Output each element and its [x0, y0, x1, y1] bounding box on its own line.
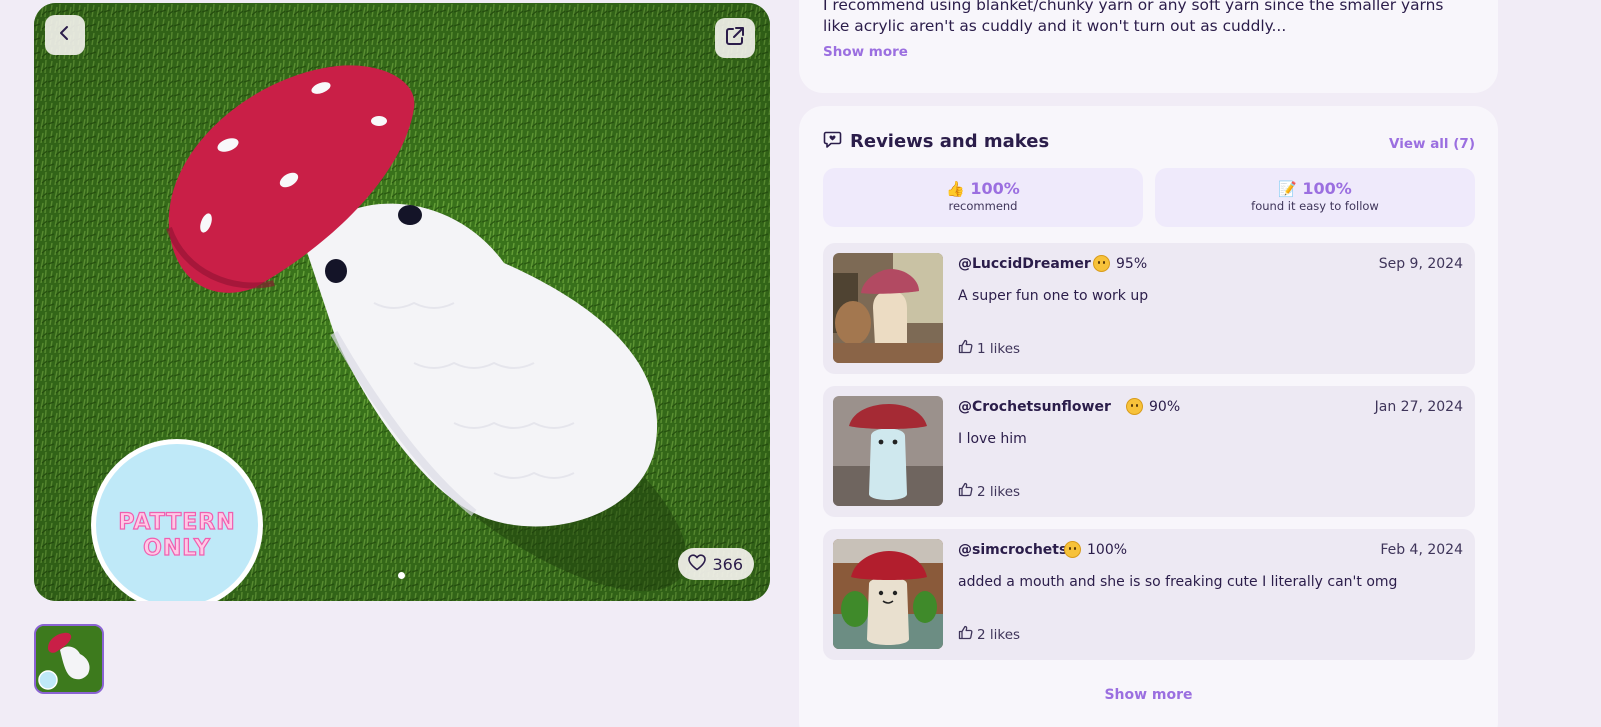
review-rating: 100%: [1064, 541, 1127, 558]
gallery-thumbnail[interactable]: [34, 624, 104, 694]
review-username[interactable]: @Crochetsunflower: [958, 399, 1111, 415]
thumbs-up-outline-icon: [958, 482, 973, 501]
review-like-button[interactable]: 2 likes: [958, 625, 1020, 644]
thumbs-up-outline-icon: [958, 625, 973, 644]
pattern-only-badge: PATTERN ONLY: [96, 509, 258, 562]
review-text: I love him: [958, 431, 1027, 447]
review-text: added a mouth and she is so freaking cut…: [958, 574, 1398, 590]
stat-recommend-value-row: 👍 100%: [823, 179, 1143, 198]
review-likes-count: 1 likes: [977, 340, 1021, 357]
review-username[interactable]: @simcrochets: [958, 542, 1067, 558]
description-text: I recommend using blanket/chunky yarn or…: [823, 0, 1444, 35]
main-photo[interactable]: PATTERN ONLY 366: [34, 3, 770, 601]
review-photo-image: [833, 396, 943, 506]
likes-count: 366: [712, 554, 743, 574]
review-rating: 90%: [1126, 398, 1180, 415]
chevron-left-icon: [56, 24, 74, 46]
review-likes-count: 2 likes: [977, 626, 1021, 643]
smile-icon: [1064, 541, 1081, 558]
description-card: I recommend using blanket/chunky yarn or…: [799, 0, 1498, 93]
stat-recommend: 👍 100% recommend: [823, 168, 1143, 227]
review-photo-image: [833, 253, 943, 363]
carousel-dot[interactable]: [398, 572, 405, 579]
smile-icon: [1093, 255, 1110, 272]
review-date: Sep 9, 2024: [1378, 256, 1463, 272]
review-text: A super fun one to work up: [958, 288, 1149, 304]
review-date: Feb 4, 2024: [1380, 542, 1463, 558]
stat-recommend-label: recommend: [948, 199, 1018, 213]
review-score: 90%: [1149, 398, 1181, 415]
reviews-card: Reviews and makes View all (7) 👍 100% re…: [799, 106, 1498, 727]
review-item[interactable]: @LuccidDreamer 95% Sep 9, 2024 A super f…: [823, 243, 1475, 374]
stat-easy-label: found it easy to follow: [1251, 199, 1379, 213]
external-link-icon: [724, 25, 746, 51]
reviews-show-more-link[interactable]: Show more: [799, 687, 1498, 703]
review-date: Jan 27, 2024: [1374, 399, 1463, 415]
review-username[interactable]: @LuccidDreamer: [958, 256, 1091, 272]
stat-easy-value: 100%: [1302, 179, 1352, 198]
review-photo[interactable]: [833, 539, 943, 649]
review-like-button[interactable]: 1 likes: [958, 339, 1020, 358]
review-photo[interactable]: [833, 396, 943, 506]
thumbnail-image: [36, 626, 102, 692]
description-show-more-link[interactable]: Show more: [823, 44, 908, 60]
badge-line1: PATTERN: [118, 509, 236, 535]
review-item[interactable]: @simcrochets 100% Feb 4, 2024 added a mo…: [823, 529, 1475, 660]
review-rating: 95%: [1093, 255, 1147, 272]
view-all-reviews-link[interactable]: View all (7): [1389, 136, 1475, 152]
thumbs-up-outline-icon: [958, 339, 973, 358]
open-external-button[interactable]: [715, 18, 755, 58]
review-item[interactable]: @Crochetsunflower 90% Jan 27, 2024 I lov…: [823, 386, 1475, 517]
review-like-button[interactable]: 2 likes: [958, 482, 1020, 501]
likes-button[interactable]: 366: [678, 548, 754, 580]
stat-easy-value-row: 📝 100%: [1155, 179, 1475, 198]
memo-icon: 📝: [1278, 180, 1297, 198]
reviews-header: Reviews and makes: [823, 130, 1049, 153]
chat-heart-icon: [823, 130, 842, 153]
reviews-title: Reviews and makes: [850, 131, 1050, 152]
stat-recommend-value: 100%: [970, 179, 1020, 198]
heart-icon: [688, 553, 707, 575]
review-score: 95%: [1116, 255, 1148, 272]
stat-easy-to-follow: 📝 100% found it easy to follow: [1155, 168, 1475, 227]
back-button[interactable]: [45, 15, 85, 55]
smile-icon: [1126, 398, 1143, 415]
review-likes-count: 2 likes: [977, 483, 1021, 500]
review-photo-image: [833, 539, 943, 649]
thumbs-up-icon: 👍: [946, 180, 965, 198]
review-score: 100%: [1087, 541, 1128, 558]
review-photo[interactable]: [833, 253, 943, 363]
badge-line2: ONLY: [143, 535, 211, 561]
